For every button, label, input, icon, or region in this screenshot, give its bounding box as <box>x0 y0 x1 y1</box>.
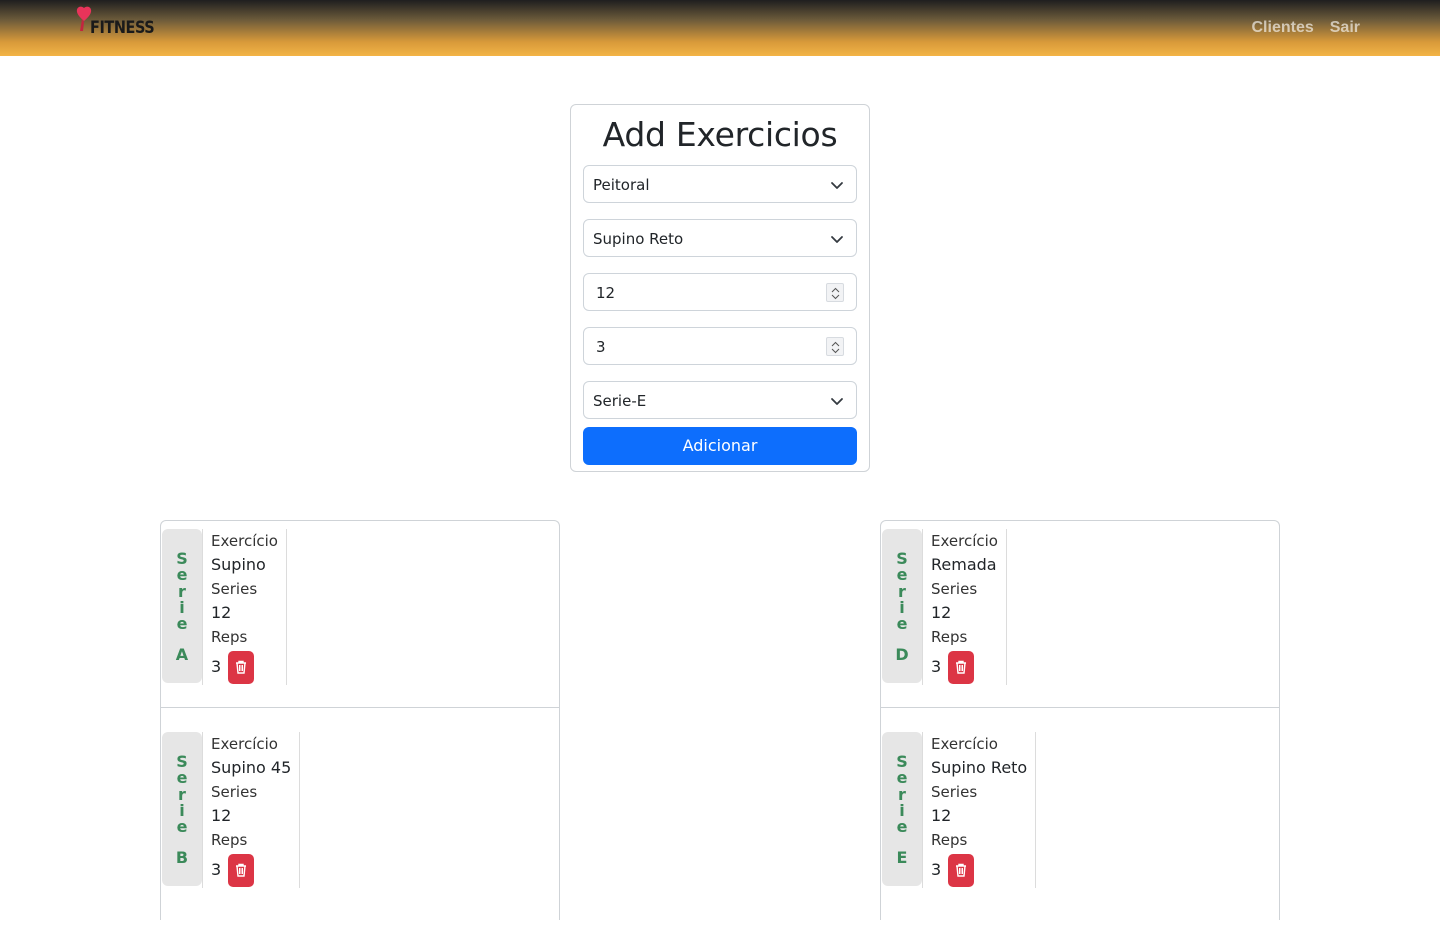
serie-card: SerieA Exercício Supino Series 12 Reps 3 <box>161 521 559 708</box>
serie-tag: SerieA <box>162 529 202 683</box>
series-label: Series <box>931 783 978 801</box>
trash-icon <box>236 660 246 674</box>
reps-input-value: 3 <box>596 338 606 356</box>
series-label: Series <box>211 783 258 801</box>
serie-info: Exercício Remada Series 12 Reps 3 <box>922 529 1007 685</box>
delete-button[interactable] <box>948 650 974 684</box>
chevron-down-icon <box>831 182 843 189</box>
add-exercise-form: Add Exercicios Peitoral Supino Reto 12 3… <box>570 104 870 472</box>
reps-value: 3 <box>211 860 222 879</box>
serie-vertical-label: SerieD <box>882 550 922 665</box>
muscle-group-select[interactable]: Peitoral <box>583 165 857 203</box>
delete-button[interactable] <box>228 650 254 684</box>
nav-sair-link[interactable]: Sair <box>1330 19 1360 37</box>
navbar: FITNESS Clientes Sair <box>0 0 1440 56</box>
trash-icon <box>956 863 966 877</box>
serie-info: Exercício Supino 45 Series 12 Reps 3 <box>202 732 301 888</box>
serie-card: SerieE Exercício Supino Reto Series 12 R… <box>881 708 1279 928</box>
series-value: 12 <box>931 806 952 825</box>
serie-letter: A <box>175 645 189 665</box>
series-label: Series <box>211 580 258 598</box>
series-input[interactable]: 12 <box>583 273 857 311</box>
reps-label: Reps <box>211 628 248 646</box>
serie-info: Exercício Supino Reto Series 12 Reps 3 <box>922 732 1037 888</box>
serie-tag: SerieE <box>882 732 922 886</box>
serie-vertical-label: SerieA <box>162 550 202 665</box>
reps-value: 3 <box>931 860 942 879</box>
logo-text: FITNESS <box>90 18 155 38</box>
brand-logo[interactable]: FITNESS <box>76 4 156 40</box>
muscle-group-value: Peitoral <box>593 176 650 194</box>
form-title: Add Exercicios <box>602 115 838 154</box>
series-value: 12 <box>931 603 952 622</box>
exercise-name: Supino 45 <box>211 758 292 777</box>
nav-links: Clientes Sair <box>1252 19 1361 37</box>
serie-vertical-label: SerieE <box>882 753 922 868</box>
serie-card: SerieD Exercício Remada Series 12 Reps 3 <box>881 521 1279 708</box>
serie-letter: E <box>896 848 908 868</box>
serie-letter: D <box>895 645 909 665</box>
series-label: Series <box>931 580 978 598</box>
reps-value: 3 <box>931 657 942 676</box>
reps-input[interactable]: 3 <box>583 327 857 365</box>
stepper-down-icon[interactable] <box>831 294 840 300</box>
stepper-down-icon[interactable] <box>831 348 840 354</box>
exercise-select[interactable]: Supino Reto <box>583 219 857 257</box>
exercise-name: Remada <box>931 555 997 574</box>
exercise-name: Supino Reto <box>931 758 1028 777</box>
series-stepper[interactable] <box>826 283 844 302</box>
exercise-label: Exercício <box>931 532 998 550</box>
serie-info: Exercício Supino Series 12 Reps 3 <box>202 529 287 685</box>
exercise-label: Exercício <box>211 532 278 550</box>
serie-select-value: Serie-E <box>593 392 647 410</box>
nav-clientes-link[interactable]: Clientes <box>1252 19 1314 37</box>
stepper-up-icon[interactable] <box>831 287 840 293</box>
serie-letter: B <box>175 848 189 868</box>
serie-select[interactable]: Serie-E <box>583 381 857 419</box>
serie-tag: SerieB <box>162 732 202 886</box>
reps-label: Reps <box>211 831 248 849</box>
reps-stepper[interactable] <box>826 337 844 356</box>
chevron-down-icon <box>831 236 843 243</box>
reps-value: 3 <box>211 657 222 676</box>
stepper-up-icon[interactable] <box>831 341 840 347</box>
reps-label: Reps <box>931 628 968 646</box>
series-column-right: SerieD Exercício Remada Series 12 Reps 3… <box>880 520 1280 920</box>
exercise-label: Exercício <box>211 735 278 753</box>
series-value: 12 <box>211 603 232 622</box>
reps-label: Reps <box>931 831 968 849</box>
chevron-down-icon <box>831 398 843 405</box>
trash-icon <box>236 863 246 877</box>
series-column-left: SerieA Exercício Supino Series 12 Reps 3… <box>160 520 560 920</box>
exercise-name: Supino <box>211 555 266 574</box>
add-button[interactable]: Adicionar <box>583 427 857 465</box>
serie-vertical-label: SerieB <box>162 753 202 868</box>
trash-icon <box>956 660 966 674</box>
serie-card: SerieB Exercício Supino 45 Series 12 Rep… <box>161 708 559 928</box>
delete-button[interactable] <box>228 853 254 887</box>
exercise-value: Supino Reto <box>593 230 684 248</box>
delete-button[interactable] <box>948 853 974 887</box>
series-input-value: 12 <box>596 284 616 302</box>
series-value: 12 <box>211 806 232 825</box>
exercise-label: Exercício <box>931 735 998 753</box>
serie-tag: SerieD <box>882 529 922 683</box>
